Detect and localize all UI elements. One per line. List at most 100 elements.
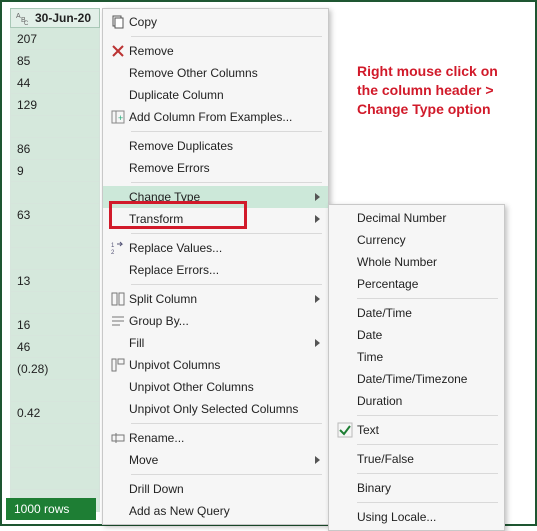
menu-remove-other[interactable]: Remove Other Columns: [103, 62, 328, 84]
cell[interactable]: 44: [10, 72, 100, 94]
menu-label: Percentage: [357, 277, 496, 291]
menu-separator: [131, 36, 322, 37]
menu-group-by[interactable]: Group By...: [103, 310, 328, 332]
menu-separator: [131, 182, 322, 183]
menu-separator: [131, 284, 322, 285]
svg-text:C: C: [24, 21, 29, 26]
cell[interactable]: 9: [10, 160, 100, 182]
cell[interactable]: 0.42: [10, 402, 100, 424]
menu-remove-duplicates[interactable]: Remove Duplicates: [103, 135, 328, 157]
menu-replace-errors[interactable]: Replace Errors...: [103, 259, 328, 281]
menu-label: Time: [357, 350, 496, 364]
menu-label: Copy: [129, 15, 320, 29]
menu-separator: [357, 444, 498, 445]
context-menu: Copy Remove Remove Other Columns Duplica…: [102, 8, 329, 525]
submenu-arrow-icon: [315, 215, 320, 223]
menu-label: Remove: [129, 44, 320, 58]
submenu-whole[interactable]: Whole Number: [329, 251, 504, 273]
submenu-binary[interactable]: Binary: [329, 477, 504, 499]
submenu-duration[interactable]: Duration: [329, 390, 504, 412]
menu-unpivot-selected[interactable]: Unpivot Only Selected Columns: [103, 398, 328, 420]
cell[interactable]: [10, 468, 100, 490]
submenu-decimal[interactable]: Decimal Number: [329, 207, 504, 229]
menu-fill[interactable]: Fill: [103, 332, 328, 354]
menu-label: Unpivot Only Selected Columns: [129, 402, 320, 416]
menu-add-from-examples[interactable]: + Add Column From Examples...: [103, 106, 328, 128]
group-by-icon: [107, 313, 129, 329]
menu-split-column[interactable]: Split Column: [103, 288, 328, 310]
cell[interactable]: 129: [10, 94, 100, 116]
submenu-date-time-timezone[interactable]: Date/Time/Timezone: [329, 368, 504, 390]
column-header-text: 30-Jun-20: [35, 11, 91, 25]
menu-replace-values[interactable]: 12 Replace Values...: [103, 237, 328, 259]
cell[interactable]: [10, 446, 100, 468]
menu-label: Remove Duplicates: [129, 139, 320, 153]
submenu-currency[interactable]: Currency: [329, 229, 504, 251]
cell[interactable]: 85: [10, 50, 100, 72]
menu-add-new-query[interactable]: Add as New Query: [103, 500, 328, 522]
cell[interactable]: (0.28): [10, 358, 100, 380]
submenu-truefalse[interactable]: True/False: [329, 448, 504, 470]
cell[interactable]: 16: [10, 314, 100, 336]
menu-move[interactable]: Move: [103, 449, 328, 471]
menu-change-type[interactable]: Change Type: [103, 186, 328, 208]
cell[interactable]: 13: [10, 270, 100, 292]
cell[interactable]: 86: [10, 138, 100, 160]
menu-label: Duration: [357, 394, 496, 408]
remove-icon: [107, 43, 129, 59]
menu-label: Drill Down: [129, 482, 320, 496]
submenu-locale[interactable]: Using Locale...: [329, 506, 504, 528]
menu-label: Decimal Number: [357, 211, 496, 225]
menu-separator: [357, 298, 498, 299]
menu-label: Unpivot Other Columns: [129, 380, 320, 394]
add-column-icon: +: [107, 109, 129, 125]
submenu-arrow-icon: [315, 193, 320, 201]
submenu-time[interactable]: Time: [329, 346, 504, 368]
menu-drill-down[interactable]: Drill Down: [103, 478, 328, 500]
menu-label: Transform: [129, 212, 311, 226]
menu-separator: [357, 502, 498, 503]
menu-label: Using Locale...: [357, 510, 496, 524]
cell[interactable]: [10, 226, 100, 248]
cell[interactable]: [10, 424, 100, 446]
menu-label: Currency: [357, 233, 496, 247]
menu-label: Remove Other Columns: [129, 66, 320, 80]
menu-copy[interactable]: Copy: [103, 11, 328, 33]
submenu-percentage[interactable]: Percentage: [329, 273, 504, 295]
menu-separator: [131, 131, 322, 132]
cell[interactable]: [10, 182, 100, 204]
copy-icon: [107, 14, 129, 30]
cell[interactable]: [10, 380, 100, 402]
menu-label: Fill: [129, 336, 311, 350]
menu-label: Split Column: [129, 292, 311, 306]
menu-label: Remove Errors: [129, 161, 320, 175]
text-type-icon: ABC: [15, 10, 31, 26]
menu-label: Move: [129, 453, 311, 467]
cell[interactable]: [10, 116, 100, 138]
menu-label: Change Type: [129, 190, 311, 204]
menu-label: Unpivot Columns: [129, 358, 320, 372]
cell[interactable]: 207: [10, 28, 100, 50]
menu-label: Date/Time/Timezone: [357, 372, 496, 386]
submenu-text[interactable]: Text: [329, 419, 504, 441]
menu-remove-errors[interactable]: Remove Errors: [103, 157, 328, 179]
menu-unpivot[interactable]: Unpivot Columns: [103, 354, 328, 376]
cell[interactable]: 63: [10, 204, 100, 226]
menu-duplicate[interactable]: Duplicate Column: [103, 84, 328, 106]
menu-remove[interactable]: Remove: [103, 40, 328, 62]
cell[interactable]: [10, 248, 100, 270]
submenu-datetime[interactable]: Date/Time: [329, 302, 504, 324]
menu-label: True/False: [357, 452, 496, 466]
column-header[interactable]: ABC 30-Jun-20: [10, 8, 100, 28]
menu-rename[interactable]: Rename...: [103, 427, 328, 449]
menu-label: Text: [357, 423, 496, 437]
cell[interactable]: [10, 292, 100, 314]
menu-unpivot-other[interactable]: Unpivot Other Columns: [103, 376, 328, 398]
cell[interactable]: 46: [10, 336, 100, 358]
svg-text:1: 1: [111, 243, 115, 249]
menu-transform[interactable]: Transform: [103, 208, 328, 230]
menu-label: Date: [357, 328, 496, 342]
menu-separator: [357, 415, 498, 416]
submenu-date[interactable]: Date: [329, 324, 504, 346]
menu-separator: [131, 233, 322, 234]
